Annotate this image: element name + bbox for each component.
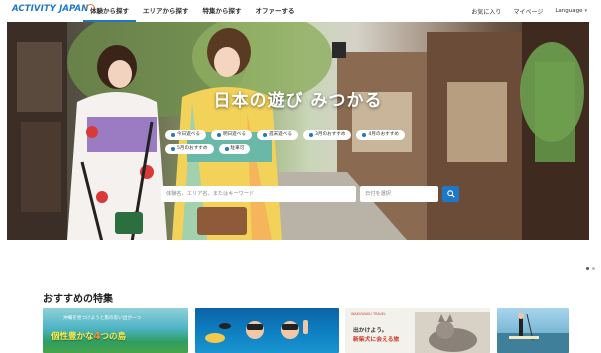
pin-icon: [171, 147, 175, 151]
main-nav: 体験から探す エリアから探す 特集から探す オファーする: [83, 0, 302, 22]
card3-line2: 新柴犬に会える旅: [353, 337, 400, 343]
carousel-indicator: [586, 267, 595, 270]
card1-headline-a: 個性豊かな: [51, 332, 94, 342]
diving-photo: [205, 320, 308, 343]
chip-parking[interactable]: 駐車可: [218, 144, 251, 154]
search-bar: 体験名、エリア名、またはキーワード 日付を選択: [161, 186, 459, 202]
keyword-search-input[interactable]: 体験名、エリア名、またはキーワード: [161, 186, 356, 202]
mypage-link[interactable]: マイページ: [513, 7, 543, 16]
featured-card-okinawa[interactable]: 沖縄を見つけようと旅の思い出が一つ 個性豊かな4つの島: [43, 308, 188, 353]
chip-label: 今日遊べる: [177, 132, 200, 137]
quick-filter-chips: 今日遊べる 明日遊べる 週末遊べる 3月のおすすめ 4月のおすすめ 5月のおすす…: [165, 130, 455, 154]
chip-label: 明日遊べる: [222, 132, 246, 137]
favorites-link[interactable]: お気に入り: [471, 7, 501, 16]
featured-cards: 沖縄を見つけようと旅の思い出が一つ 個性豊かな4つの島 WAKUWAKU TRA…: [43, 308, 583, 353]
chip-march[interactable]: 3月のおすすめ: [302, 130, 352, 140]
nav-search-by-experience[interactable]: 体験から探す: [83, 0, 136, 22]
featured-card-sup[interactable]: [497, 308, 569, 353]
chip-april[interactable]: 4月のおすすめ: [356, 130, 405, 140]
chip-label: 5月のおすすめ: [177, 146, 208, 151]
search-button[interactable]: [442, 186, 459, 202]
pin-icon: [262, 133, 267, 137]
chip-label: 4月のおすすめ: [368, 132, 399, 137]
top-header: ACTIVITY JAPAN 体験から探す エリアから探す 特集から探す オファ…: [0, 0, 601, 22]
chip-label: 週末遊べる: [268, 132, 292, 137]
nav-search-by-area[interactable]: エリアから探す: [136, 0, 196, 22]
header-utility: お気に入り マイページ Language ▾: [471, 0, 587, 22]
chip-weekend[interactable]: 週末遊べる: [256, 130, 298, 140]
card3-logo: WAKUWAKU TRAVEL: [351, 312, 387, 316]
card1-headline: 個性豊かな4つの島: [51, 330, 126, 342]
nav-search-by-feature[interactable]: 特集から探す: [196, 0, 249, 22]
featured-card-shiba[interactable]: WAKUWAKU TRAVEL 出かけよう。 新柴犬に会える旅: [345, 308, 490, 353]
card3-line1: 出かけよう。: [353, 328, 388, 334]
carousel-dot-2[interactable]: [592, 267, 595, 270]
chevron-down-icon: ▾: [584, 8, 587, 14]
featured-card-diving[interactable]: [195, 308, 339, 353]
hero-banner: 日本の遊び みつかる 今日遊べる 明日遊べる 週末遊べる 3月のおすすめ 4月の…: [7, 22, 589, 240]
pin-icon: [171, 133, 175, 137]
pin-icon: [216, 133, 221, 137]
featured-section-title: おすすめの特集: [43, 294, 113, 305]
hero-title: 日本の遊び みつかる: [213, 91, 383, 111]
language-selector[interactable]: Language ▾: [555, 8, 587, 14]
language-label: Language: [555, 8, 583, 14]
card1-subtitle: 沖縄を見つけようと旅の思い出が一つ: [63, 316, 142, 321]
chip-tomorrow[interactable]: 明日遊べる: [210, 130, 252, 140]
chip-label: 駐車可: [230, 146, 245, 151]
search-icon: [446, 190, 455, 198]
card1-headline-b: つの島: [100, 332, 126, 342]
sup-photo: [497, 313, 569, 353]
pin-icon: [362, 133, 367, 137]
nav-offer[interactable]: オファーする: [249, 0, 302, 22]
chip-today[interactable]: 今日遊べる: [165, 130, 206, 140]
carousel-dot-1[interactable]: [586, 267, 589, 270]
date-picker-input[interactable]: 日付を選択: [360, 186, 438, 202]
logo-text: ACTIVITY JAPAN: [12, 4, 89, 14]
pin-icon: [224, 147, 229, 151]
chip-label: 3月のおすすめ: [314, 132, 346, 137]
shiba-photo: [415, 312, 490, 353]
chip-may[interactable]: 5月のおすすめ: [165, 144, 214, 154]
pin-icon: [308, 133, 313, 137]
